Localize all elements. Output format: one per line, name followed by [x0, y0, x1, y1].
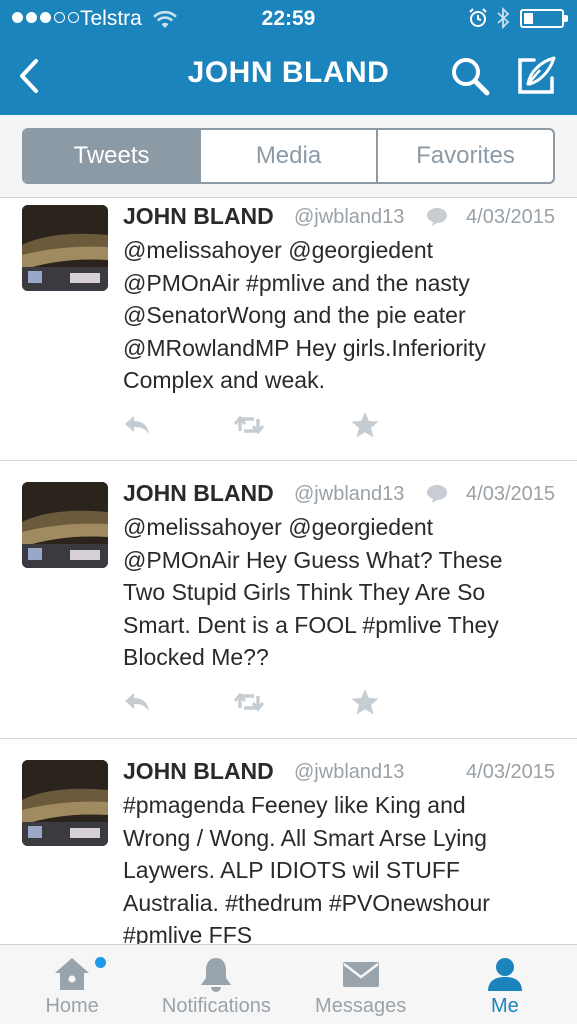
retweet-icon[interactable] — [234, 411, 264, 439]
avatar[interactable] — [22, 482, 108, 568]
battery-icon — [520, 9, 568, 28]
envelope-icon — [342, 962, 379, 987]
search-icon[interactable] — [448, 54, 492, 98]
status-time: 22:59 — [261, 7, 316, 30]
author-name[interactable]: JOHN BLAND — [123, 480, 274, 507]
bottom-tab-bar: Home Notifications Messages Me — [0, 944, 577, 1024]
tab-label: Messages — [315, 995, 407, 1017]
top-bar: Telstra 22:59 JOHN BLAND — [0, 0, 577, 115]
tweet-date: 4/03/2015 — [466, 206, 555, 228]
tab-messages[interactable]: Messages — [289, 945, 433, 1024]
reply-icon[interactable] — [122, 411, 152, 439]
retweet-icon[interactable] — [234, 688, 264, 716]
avatar-image — [22, 482, 108, 568]
compose-icon[interactable] — [514, 52, 560, 98]
reply-bubble-icon — [427, 485, 447, 503]
home-icon — [55, 958, 90, 990]
avatar[interactable] — [22, 760, 108, 846]
tweet-actions — [122, 688, 392, 718]
tweet-item[interactable]: JOHN BLAND @jwbland13 4/03/2015 @melissa… — [0, 461, 577, 739]
tab-label: Me — [490, 995, 519, 1017]
favorite-star-icon[interactable] — [350, 411, 380, 439]
avatar-image — [22, 205, 108, 291]
author-handle[interactable]: @jwbland13 — [294, 206, 404, 229]
tweet-actions — [122, 411, 392, 441]
navigation-bar: JOHN BLAND — [0, 38, 577, 115]
profile-segmented-control: Tweets Media Favorites — [22, 128, 555, 184]
avatar[interactable] — [22, 205, 108, 291]
tweet-item[interactable]: JOHN BLAND @jwbland13 4/03/2015 @melissa… — [0, 198, 577, 461]
tab-media[interactable]: Media — [199, 130, 376, 182]
reply-bubble-icon — [427, 208, 447, 226]
person-icon — [487, 958, 522, 991]
tab-favorites[interactable]: Favorites — [376, 130, 553, 182]
tweet-feed: JOHN BLAND @jwbland13 4/03/2015 @melissa… — [0, 198, 577, 944]
tab-home[interactable]: Home — [0, 945, 144, 1024]
battery-fill — [524, 13, 533, 24]
tweet-text: @melissahoyer @georgiedent @PMOnAir Hey … — [123, 514, 503, 670]
author-name[interactable]: JOHN BLAND — [123, 758, 274, 785]
tweet-text: @melissahoyer @georgiedent @PMOnAir #pml… — [123, 237, 486, 393]
tweet-item[interactable]: JOHN BLAND @jwbland13 4/03/2015 #pmagend… — [0, 739, 577, 944]
status-bar: Telstra 22:59 — [0, 0, 577, 38]
favorite-star-icon[interactable] — [350, 688, 380, 716]
tab-me[interactable]: Me — [433, 945, 577, 1024]
back-chevron-icon[interactable] — [14, 56, 44, 96]
author-handle[interactable]: @jwbland13 — [294, 761, 404, 784]
tab-notifications[interactable]: Notifications — [144, 945, 288, 1024]
tweet-date: 4/03/2015 — [466, 483, 555, 505]
home-badge-dot — [95, 957, 106, 968]
bell-icon — [201, 958, 232, 992]
bluetooth-icon — [497, 6, 510, 30]
tab-label: Home — [45, 995, 99, 1017]
reply-icon[interactable] — [122, 688, 152, 716]
tab-tweets[interactable]: Tweets — [24, 130, 199, 182]
author-handle[interactable]: @jwbland13 — [294, 483, 404, 506]
avatar-image — [22, 760, 108, 846]
author-name[interactable]: JOHN BLAND — [123, 203, 274, 230]
tweet-date: 4/03/2015 — [466, 761, 555, 783]
tab-label: Notifications — [161, 995, 271, 1017]
tweet-text: #pmagenda Feeney like King and Wrong / W… — [123, 792, 490, 944]
alarm-icon — [469, 8, 487, 27]
segment-bar: Tweets Media Favorites — [0, 115, 577, 198]
